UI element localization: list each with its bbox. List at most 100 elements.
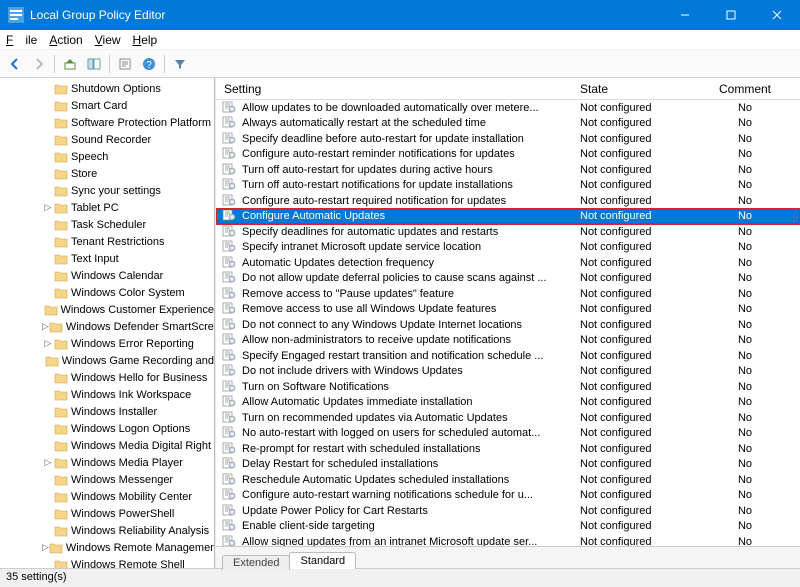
policy-icon xyxy=(222,504,238,518)
setting-row[interactable]: Remove access to use all Windows Update … xyxy=(216,302,800,318)
folder-icon xyxy=(54,473,68,487)
maximize-button[interactable] xyxy=(708,0,754,30)
tree-item[interactable]: Shutdown Options xyxy=(0,80,214,97)
setting-row[interactable]: Configure auto-restart warning notificat… xyxy=(216,488,800,504)
tree-item[interactable]: Store xyxy=(0,165,214,182)
expand-icon[interactable]: ▷ xyxy=(42,338,54,349)
tree-item[interactable]: ▷Windows Defender SmartScreen xyxy=(0,318,214,335)
rows[interactable]: Allow updates to be downloaded automatic… xyxy=(216,100,800,546)
setting-row[interactable]: No auto-restart with logged on users for… xyxy=(216,426,800,442)
tree-item[interactable]: Windows Color System xyxy=(0,284,214,301)
col-comment[interactable]: Comment xyxy=(690,82,800,96)
setting-row[interactable]: Automatic Updates detection frequencyNot… xyxy=(216,255,800,271)
expand-icon[interactable]: ▷ xyxy=(42,321,49,332)
folder-icon xyxy=(54,252,68,266)
setting-row[interactable]: Reschedule Automatic Updates scheduled i… xyxy=(216,472,800,488)
tree-item[interactable]: Speech xyxy=(0,148,214,165)
tree-item[interactable]: Windows Installer xyxy=(0,403,214,420)
setting-state: Not configured xyxy=(580,474,690,486)
setting-row[interactable]: Specify deadline before auto-restart for… xyxy=(216,131,800,147)
tree-item[interactable]: Task Scheduler xyxy=(0,216,214,233)
tree-item[interactable]: Smart Card xyxy=(0,97,214,114)
setting-row[interactable]: Specify Engaged restart transition and n… xyxy=(216,348,800,364)
tree-item[interactable]: Sync your settings xyxy=(0,182,214,199)
minimize-button[interactable] xyxy=(662,0,708,30)
setting-row[interactable]: Specify intranet Microsoft update servic… xyxy=(216,240,800,256)
status-bar: 35 setting(s) xyxy=(0,568,800,587)
setting-row[interactable]: Update Power Policy for Cart RestartsNot… xyxy=(216,503,800,519)
forward-button[interactable] xyxy=(28,53,50,75)
menu-help[interactable]: Help xyxy=(133,33,158,47)
setting-row[interactable]: Allow Automatic Updates immediate instal… xyxy=(216,395,800,411)
setting-row[interactable]: Do not connect to any Windows Update Int… xyxy=(216,317,800,333)
tree-label: Text Input xyxy=(71,253,119,265)
tree-item[interactable]: Windows Calendar xyxy=(0,267,214,284)
policy-icon xyxy=(222,488,238,502)
tree-label: Windows Ink Workspace xyxy=(71,389,191,401)
tree-item[interactable]: Windows Customer Experience xyxy=(0,301,214,318)
tree-pane[interactable]: Shutdown OptionsSmart CardSoftware Prote… xyxy=(0,78,215,568)
setting-state: Not configured xyxy=(580,226,690,238)
tree-item[interactable]: Windows Remote Shell xyxy=(0,556,214,568)
up-button[interactable] xyxy=(59,53,81,75)
filter-button[interactable] xyxy=(169,53,191,75)
export-button[interactable] xyxy=(114,53,136,75)
tree-item[interactable]: ▷Windows Error Reporting xyxy=(0,335,214,352)
tab-extended[interactable]: Extended xyxy=(222,555,290,570)
setting-row[interactable]: Configure auto-restart required notifica… xyxy=(216,193,800,209)
menu-file[interactable]: File xyxy=(6,33,37,47)
tab-standard[interactable]: Standard xyxy=(289,552,356,569)
setting-comment: No xyxy=(690,520,800,532)
setting-row[interactable]: Turn off auto-restart for updates during… xyxy=(216,162,800,178)
tree-item[interactable]: Windows Game Recording and xyxy=(0,352,214,369)
menu-view[interactable]: View xyxy=(95,33,121,47)
tree-item[interactable]: ▷Tablet PC xyxy=(0,199,214,216)
tree-item[interactable]: Windows Reliability Analysis xyxy=(0,522,214,539)
expand-icon[interactable]: ▷ xyxy=(42,542,49,553)
tree-item[interactable]: Windows Mobility Center xyxy=(0,488,214,505)
policy-icon xyxy=(222,163,238,177)
tree-item[interactable]: Windows Hello for Business xyxy=(0,369,214,386)
tree-item[interactable]: Windows Messenger xyxy=(0,471,214,488)
back-button[interactable] xyxy=(4,53,26,75)
tree-item[interactable]: Windows PowerShell xyxy=(0,505,214,522)
setting-state: Not configured xyxy=(580,334,690,346)
tree-item[interactable]: Text Input xyxy=(0,250,214,267)
setting-row[interactable]: Configure Automatic UpdatesNot configure… xyxy=(216,209,800,225)
setting-row[interactable]: Do not include drivers with Windows Upda… xyxy=(216,364,800,380)
show-hide-tree-button[interactable] xyxy=(83,53,105,75)
tree-item[interactable]: ▷Windows Media Player xyxy=(0,454,214,471)
setting-row[interactable]: Allow non-administrators to receive upda… xyxy=(216,333,800,349)
setting-row[interactable]: Allow updates to be downloaded automatic… xyxy=(216,100,800,116)
setting-state: Not configured xyxy=(580,489,690,501)
help-button[interactable]: ? xyxy=(138,53,160,75)
close-button[interactable] xyxy=(754,0,800,30)
setting-row[interactable]: Re-prompt for restart with scheduled ins… xyxy=(216,441,800,457)
setting-row[interactable]: Do not allow update deferral policies to… xyxy=(216,271,800,287)
col-state[interactable]: State xyxy=(580,82,690,96)
setting-comment: No xyxy=(690,334,800,346)
folder-icon xyxy=(54,167,68,181)
tree-item[interactable]: Tenant Restrictions xyxy=(0,233,214,250)
setting-row[interactable]: Specify deadlines for automatic updates … xyxy=(216,224,800,240)
tree-item[interactable]: Windows Media Digital Right xyxy=(0,437,214,454)
setting-row[interactable]: Remove access to "Pause updates" feature… xyxy=(216,286,800,302)
expand-icon[interactable]: ▷ xyxy=(42,457,54,468)
tree-item[interactable]: Sound Recorder xyxy=(0,131,214,148)
setting-row[interactable]: Enable client-side targetingNot configur… xyxy=(216,519,800,535)
tree-item[interactable]: Windows Ink Workspace xyxy=(0,386,214,403)
col-setting[interactable]: Setting xyxy=(216,82,580,96)
expand-icon[interactable]: ▷ xyxy=(42,202,54,213)
setting-row[interactable]: Delay Restart for scheduled installation… xyxy=(216,457,800,473)
setting-row[interactable]: Always automatically restart at the sche… xyxy=(216,116,800,132)
tree-item[interactable]: Windows Logon Options xyxy=(0,420,214,437)
tree-item[interactable]: Software Protection Platform xyxy=(0,114,214,131)
menu-action[interactable]: Action xyxy=(49,33,82,47)
policy-icon xyxy=(222,426,238,440)
setting-row[interactable]: Turn on Software NotificationsNot config… xyxy=(216,379,800,395)
setting-row[interactable]: Turn on recommended updates via Automati… xyxy=(216,410,800,426)
setting-row[interactable]: Configure auto-restart reminder notifica… xyxy=(216,147,800,163)
tree-item[interactable]: ▷Windows Remote Management xyxy=(0,539,214,556)
setting-row[interactable]: Turn off auto-restart notifications for … xyxy=(216,178,800,194)
setting-row[interactable]: Allow signed updates from an intranet Mi… xyxy=(216,534,800,546)
